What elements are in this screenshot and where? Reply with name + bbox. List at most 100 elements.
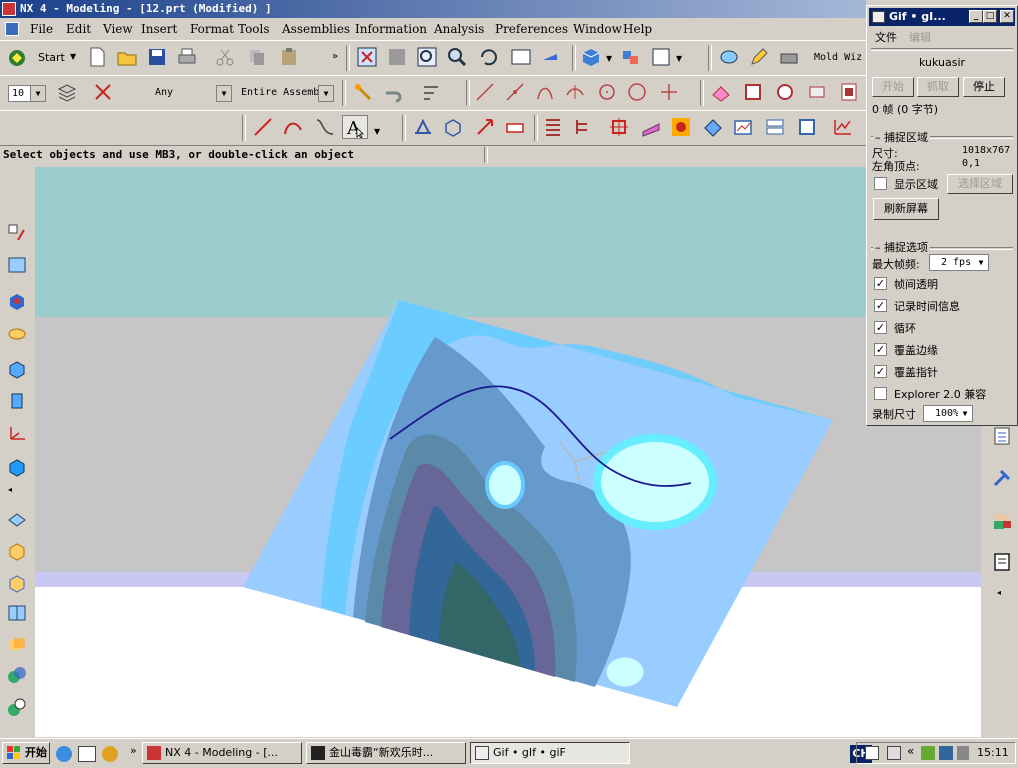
menu-window[interactable]: Window [573, 22, 622, 36]
maximize-button[interactable]: □ [983, 10, 997, 23]
sketch-button[interactable] [410, 115, 436, 139]
help-icon[interactable] [887, 746, 901, 760]
menu-information[interactable]: Information [355, 22, 427, 36]
text-button[interactable]: A [342, 115, 368, 139]
spline-button[interactable] [312, 115, 338, 139]
tray-app-icon[interactable] [921, 746, 935, 760]
minimize-button[interactable]: _ [969, 10, 983, 23]
keyboard-icon[interactable] [865, 746, 879, 760]
undo-button[interactable] [380, 80, 406, 104]
explorer-compat-checkbox[interactable] [874, 387, 887, 400]
cut-button[interactable] [212, 45, 238, 69]
chevron-down-icon[interactable]: ▼ [676, 54, 682, 63]
selection-filter-button[interactable] [90, 80, 116, 104]
menu-edit[interactable]: Edit [66, 22, 91, 36]
surface-tool-button[interactable] [3, 505, 31, 533]
arrow-button[interactable] [472, 115, 498, 139]
task-kingsoft[interactable]: 金山毒霸“新欢乐时... [306, 742, 466, 764]
menu-assemblies[interactable]: Assemblies [282, 22, 350, 36]
tree-button[interactable] [570, 115, 596, 139]
print-button[interactable] [174, 45, 200, 69]
curve-arc-button[interactable] [280, 115, 306, 139]
toolbar-overflow-icon[interactable]: » [332, 51, 338, 62]
arc-2-button[interactable] [562, 80, 588, 104]
trim-tool-button[interactable] [3, 631, 31, 659]
zoom-in-out-button[interactable] [444, 45, 470, 69]
point-button[interactable] [656, 80, 682, 104]
filter-combo[interactable]: Any ▼ [152, 85, 232, 102]
paste-button[interactable] [276, 45, 302, 69]
volume-icon[interactable] [957, 746, 969, 760]
transparent-checkbox[interactable]: ✓ [874, 277, 887, 290]
zoom-button[interactable] [414, 45, 440, 69]
gif-start-button[interactable]: 开始 [872, 77, 914, 97]
gif-menu-edit[interactable]: 编辑 [909, 29, 931, 45]
menu-preferences[interactable]: Preferences [495, 22, 568, 36]
close-button[interactable]: ✕ [1000, 10, 1014, 23]
model-view[interactable] [35, 167, 981, 737]
loop-checkbox[interactable]: ✓ [874, 321, 887, 334]
scope-combo[interactable]: Entire Assemb ▼ [238, 85, 334, 102]
open-button[interactable] [114, 45, 140, 69]
analysis-button[interactable] [716, 45, 742, 69]
revolve-tool-button[interactable] [3, 319, 31, 347]
circle-2-button[interactable] [624, 80, 650, 104]
block-tool-button[interactable] [3, 355, 31, 383]
pan-button[interactable] [508, 45, 534, 69]
stack-button[interactable] [762, 115, 788, 139]
star-button[interactable] [668, 115, 694, 139]
roles-button[interactable] [988, 464, 1016, 492]
curve-line-button[interactable] [250, 115, 276, 139]
gif-capture-button[interactable]: 抓取 [917, 77, 959, 97]
perspective-button[interactable] [538, 45, 564, 69]
save-button[interactable] [144, 45, 170, 69]
layer-combo[interactable]: 10 ▼ [8, 85, 46, 102]
gif-stop-button[interactable]: 停止 [963, 77, 1005, 97]
fit-button[interactable] [354, 45, 380, 69]
extrude-tool-button[interactable] [3, 287, 31, 315]
pdf-button[interactable] [836, 80, 862, 104]
layer-settings-button[interactable] [54, 80, 80, 104]
users-button[interactable] [988, 506, 1016, 534]
layout-button[interactable] [648, 45, 674, 69]
block-button[interactable] [440, 115, 466, 139]
frame-button[interactable] [794, 115, 820, 139]
start-menu-button[interactable]: 开始 [2, 742, 50, 764]
cover-edge-checkbox[interactable]: ✓ [874, 343, 887, 356]
record-size-select[interactable]: 100% ▼ [923, 405, 973, 422]
start-button[interactable]: Start ▼ [6, 47, 78, 69]
refresh-screen-button[interactable]: 刷新屏幕 [873, 198, 939, 220]
sweep-button[interactable] [804, 80, 830, 104]
chart-button[interactable] [730, 115, 756, 139]
show-region-checkbox[interactable] [874, 177, 887, 190]
menu-format[interactable]: Format [190, 22, 234, 36]
chevron-left-icon[interactable]: ◂ [997, 588, 1001, 597]
graphics-viewport[interactable] [35, 167, 981, 737]
revolve-button[interactable] [772, 80, 798, 104]
network-icon[interactable] [939, 746, 953, 760]
sketch-tool-button[interactable] [3, 219, 31, 247]
part-navigator-button[interactable] [3, 251, 31, 279]
extrude-button[interactable] [740, 80, 766, 104]
max-fps-select[interactable]: 2 fps ▼ [929, 254, 989, 271]
graph-button[interactable] [830, 115, 856, 139]
mold-wizard-label[interactable]: Mold Wiz [814, 52, 862, 63]
offset-tool-button[interactable] [3, 569, 31, 597]
time-info-checkbox[interactable]: ✓ [874, 299, 887, 312]
plane-button[interactable] [638, 115, 664, 139]
list-tool-button[interactable] [988, 422, 1016, 450]
boolean-tool-button[interactable] [3, 661, 31, 689]
crosshair-button[interactable] [606, 115, 632, 139]
mesh-button[interactable] [700, 115, 726, 139]
menu-analysis[interactable]: Analysis [434, 22, 484, 36]
line-button[interactable] [472, 80, 498, 104]
new-file-button[interactable] [84, 45, 110, 69]
quicklaunch-overflow-icon[interactable]: » [130, 744, 137, 757]
gif-menu-file[interactable]: 文件 [875, 29, 897, 45]
menu-file[interactable]: File [30, 22, 53, 36]
zoom-area-button[interactable] [384, 45, 410, 69]
line-2-button[interactable] [502, 80, 528, 104]
task-gif[interactable]: Gif • gIf • giF [470, 742, 630, 764]
chevron-down-icon[interactable]: ▼ [606, 54, 612, 63]
cylinder-tool-button[interactable] [3, 387, 31, 415]
